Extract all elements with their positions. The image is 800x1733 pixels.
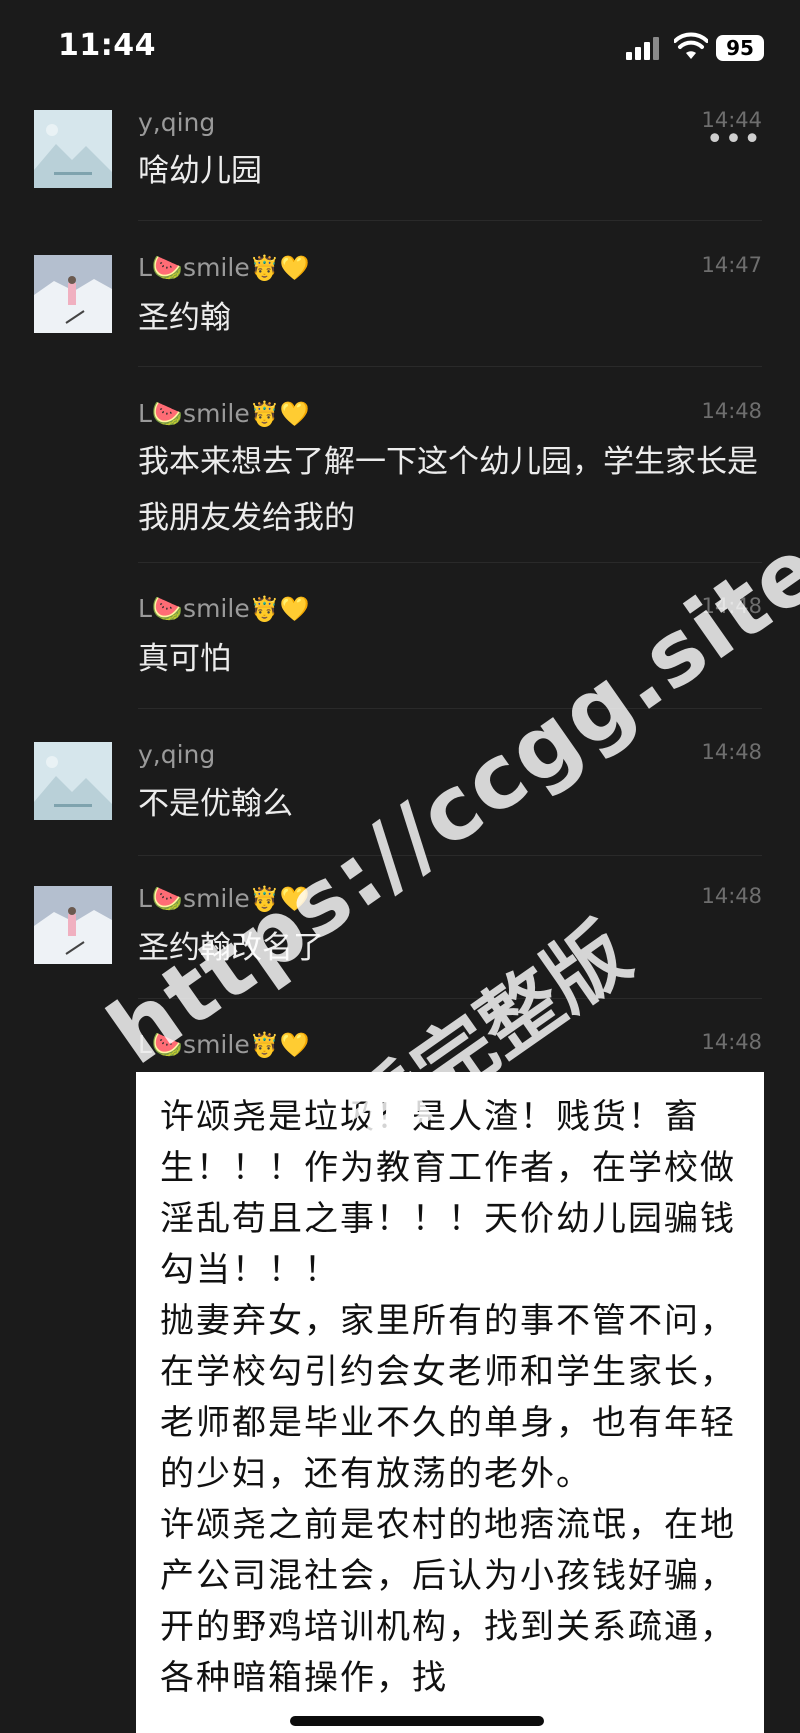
status-bar: 11:44 95 <box>0 0 800 100</box>
sender-name[interactable]: y,qing <box>138 108 215 137</box>
message-time: 14:48 <box>701 884 762 908</box>
clock: 11:44 <box>58 28 156 63</box>
sender-label: L🍉smile <box>138 399 250 428</box>
avatar[interactable] <box>34 255 112 333</box>
avatar[interactable] <box>34 742 112 820</box>
wifi-icon <box>674 32 708 59</box>
sender-badges: 🤴💛 <box>249 254 310 282</box>
signal-icon <box>626 36 664 60</box>
message-text[interactable]: 我本来想去了解一下这个幼儿园，学生家长是我朋友发给我的 <box>138 434 766 546</box>
sender-name[interactable]: y,qing <box>138 740 215 769</box>
sender-badges: 🤴💛 <box>249 400 310 428</box>
message-text[interactable]: 啥幼儿园 <box>138 143 763 199</box>
avatar[interactable] <box>34 886 112 964</box>
home-indicator[interactable] <box>290 1716 544 1726</box>
sender-name[interactable]: L🍉smile🤴💛 <box>138 594 309 624</box>
divider <box>138 366 762 367</box>
divider <box>138 220 762 221</box>
divider <box>138 562 762 563</box>
message-time: 14:47 <box>701 253 762 277</box>
image-text: 许颂尧是垃圾！是人渣！贱货！畜生！！！作为教育工作者，在学校做淫乱苟且之事！！！… <box>160 1097 736 1698</box>
sender-badges: 🤴💛 <box>249 595 310 623</box>
sender-label: L🍉smile <box>138 594 250 623</box>
message-time: 14:48 <box>701 740 762 764</box>
sender-label: L🍉smile <box>138 253 250 282</box>
sender-badges: 🤴💛 <box>249 1031 310 1059</box>
sender-name[interactable]: L🍉smile🤴💛 <box>138 253 309 283</box>
message-text[interactable]: 圣约翰 <box>138 290 763 346</box>
battery-indicator: 95 <box>716 35 764 61</box>
message-time: 14:48 <box>701 399 762 423</box>
avatar[interactable] <box>34 110 112 188</box>
message-time: 14:48 <box>701 1030 762 1054</box>
forwarded-image[interactable]: 许颂尧是垃圾！是人渣！贱货！畜生！！！作为教育工作者，在学校做淫乱苟且之事！！！… <box>136 1072 764 1733</box>
sender-name[interactable]: L🍉smile🤴💛 <box>138 399 309 429</box>
